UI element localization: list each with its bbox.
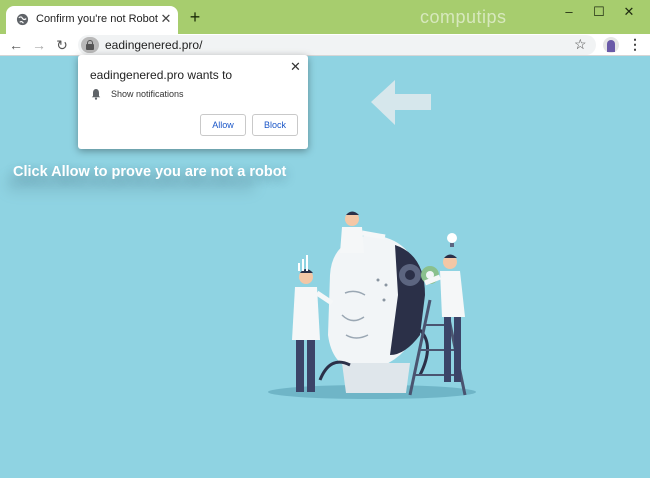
watermark: computips bbox=[420, 7, 507, 27]
robot-illustration bbox=[268, 211, 476, 399]
title-bar: Confirm you're not Robot ✕ + computips –… bbox=[0, 0, 650, 34]
url-text[interactable]: eadingenered.pro/ bbox=[105, 38, 202, 52]
star-icon[interactable]: ☆ bbox=[574, 36, 587, 53]
popup-close-icon[interactable]: ✕ bbox=[290, 59, 301, 75]
permission-label: Show notifications bbox=[111, 89, 184, 99]
bell-icon bbox=[91, 89, 101, 100]
back-button[interactable]: ← bbox=[6, 35, 26, 55]
profile-avatar[interactable] bbox=[603, 37, 619, 53]
address-bar[interactable]: eadingenered.pro/ ☆ bbox=[78, 35, 596, 55]
minimize-button[interactable]: – bbox=[558, 4, 580, 20]
lock-icon[interactable] bbox=[81, 37, 99, 53]
forward-button[interactable]: → bbox=[29, 35, 49, 55]
popup-title: eadingenered.pro wants to bbox=[90, 68, 233, 82]
tab-active[interactable]: Confirm you're not Robot ✕ bbox=[6, 6, 178, 34]
browser-toolbar: ← → ↻ eadingenered.pro/ ☆ ⋮ bbox=[0, 34, 650, 56]
allow-button[interactable]: Allow bbox=[200, 114, 246, 136]
menu-icon[interactable]: ⋮ bbox=[628, 36, 642, 53]
close-window-button[interactable]: ✕ bbox=[618, 4, 640, 20]
cta-heading: Click Allow to prove you are not a robot bbox=[13, 164, 287, 180]
arrow-left-icon bbox=[371, 80, 431, 125]
reload-button[interactable]: ↻ bbox=[52, 35, 72, 55]
maximize-button[interactable]: ☐ bbox=[588, 4, 610, 20]
globe-icon bbox=[16, 13, 29, 26]
new-tab-button[interactable]: + bbox=[186, 8, 204, 27]
notification-permission-popup: eadingenered.pro wants to ✕ Show notific… bbox=[78, 55, 308, 149]
tab-title: Confirm you're not Robot bbox=[36, 13, 158, 25]
tab-close-icon[interactable]: ✕ bbox=[158, 11, 174, 27]
block-button[interactable]: Block bbox=[252, 114, 298, 136]
